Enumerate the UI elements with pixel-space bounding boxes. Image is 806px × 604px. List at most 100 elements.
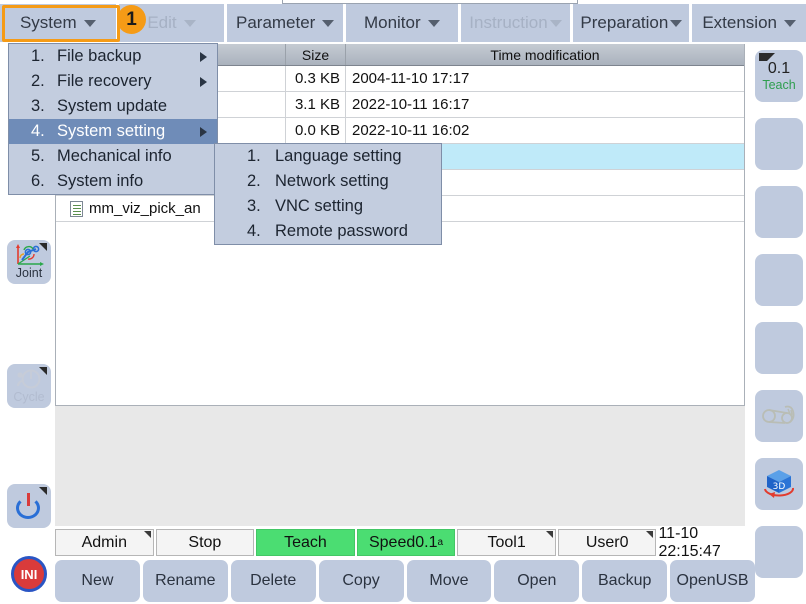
column-header-size[interactable]: Size (286, 44, 346, 65)
chevron-down-icon (784, 20, 796, 27)
chevron-down-icon (322, 20, 334, 27)
corner-marker-icon (759, 53, 775, 61)
menu-extension-label: Extension (702, 13, 777, 33)
menu-item-number: 6. (31, 172, 57, 191)
menu-preparation[interactable]: Preparation (573, 4, 689, 42)
ini-icon: INI (11, 556, 47, 592)
chevron-down-icon (550, 20, 562, 27)
bottom-button-bar: New Rename Delete Copy Move Open Backup … (55, 560, 755, 602)
copy-button[interactable]: Copy (319, 560, 404, 602)
corner-marker-icon (646, 531, 653, 538)
status-mode[interactable]: Teach (256, 529, 355, 556)
submenu-item-vnc-setting[interactable]: 3. VNC setting (215, 194, 441, 219)
status-user-level[interactable]: Admin (55, 529, 154, 556)
file-row-text: mm_viz_pick_an (89, 200, 201, 217)
file-icon (70, 201, 83, 217)
power-button[interactable] (7, 484, 51, 528)
status-tool[interactable]: Tool1 (457, 529, 556, 556)
teach-mode-label: Teach (762, 79, 795, 92)
status-run-state-label: Stop (188, 534, 221, 552)
menu-instruction[interactable]: Instruction (461, 4, 571, 42)
power-icon (16, 493, 42, 519)
menu-system[interactable]: System (0, 4, 116, 42)
cell-size: 3.1 KB (286, 92, 346, 117)
joint-mode-button[interactable]: Joint (7, 240, 51, 284)
menu-edit-label: Edit (147, 13, 176, 33)
submenu-item-number: 3. (247, 197, 275, 216)
cell-size: 0.3 KB (286, 66, 346, 91)
menu-item-label: System update (57, 97, 167, 116)
menu-item-number: 1. (31, 47, 57, 66)
submenu-item-remote-password[interactable]: 4. Remote password (215, 219, 441, 244)
delete-button[interactable]: Delete (231, 560, 316, 602)
right-rail-button-7[interactable] (755, 526, 803, 578)
view-3d-button[interactable]: 3D (755, 458, 803, 510)
submenu-item-network-setting[interactable]: 2. Network setting (215, 169, 441, 194)
preview-panel (55, 406, 745, 526)
status-user-frame-label: User0 (586, 534, 629, 552)
system-setting-submenu: 1. Language setting 2. Network setting 3… (214, 143, 442, 245)
rename-button[interactable]: Rename (143, 560, 228, 602)
corner-marker-icon (39, 367, 47, 375)
submenu-item-number: 4. (247, 222, 275, 241)
status-user-level-label: Admin (82, 534, 127, 552)
menu-monitor[interactable]: Monitor (346, 4, 458, 42)
status-mode-label: Teach (284, 534, 327, 552)
open-button[interactable]: Open (494, 560, 579, 602)
status-run-state[interactable]: Stop (156, 529, 255, 556)
right-rail-button-5[interactable] (755, 322, 803, 374)
menu-item-label: Mechanical info (57, 147, 172, 166)
app-window: System Edit Parameter Monitor Instructio… (0, 0, 806, 604)
chevron-right-icon (200, 52, 207, 62)
submenu-item-language-setting[interactable]: 1. Language setting (215, 144, 441, 169)
menu-system-label: System (20, 13, 77, 33)
move-button[interactable]: Move (407, 560, 492, 602)
menu-item-system-info[interactable]: 6. System info (9, 169, 217, 194)
status-datetime: 11-10 22:15:47 (658, 529, 755, 556)
menu-item-file-recovery[interactable]: 2. File recovery (9, 69, 217, 94)
status-speed-label: Speed0.1 (369, 534, 438, 552)
cycle-mode-label: Cycle (13, 391, 44, 404)
menu-item-system-update[interactable]: 3. System update (9, 94, 217, 119)
cell-time: 2004-11-10 17:17 (346, 66, 744, 91)
svg-text:3D: 3D (773, 482, 786, 492)
menu-item-system-setting[interactable]: 4. System setting (9, 119, 217, 144)
chevron-right-icon (200, 127, 207, 137)
menu-monitor-label: Monitor (364, 13, 421, 33)
system-dropdown-menu: 1. File backup 2. File recovery 3. Syste… (8, 43, 218, 195)
chevron-down-icon (428, 20, 440, 27)
submenu-item-number: 1. (247, 147, 275, 166)
menu-instruction-label: Instruction (469, 13, 547, 33)
status-speed[interactable]: Speed0.1a (357, 529, 456, 556)
column-header-time[interactable]: Time modification (346, 44, 744, 65)
menu-item-number: 4. (31, 122, 57, 141)
right-rail-button-3[interactable] (755, 186, 803, 238)
status-speed-sup: a (438, 537, 444, 548)
corner-marker-icon (144, 531, 151, 538)
joint-mode-label: Joint (16, 267, 42, 280)
cycle-mode-button[interactable]: Cycle (7, 364, 51, 408)
chevron-right-icon (200, 77, 207, 87)
menu-item-label: File backup (57, 47, 141, 66)
corner-marker-icon (39, 243, 47, 251)
menu-item-label: System setting (57, 122, 165, 141)
status-tool-label: Tool1 (487, 534, 525, 552)
menu-extension[interactable]: Extension (692, 4, 806, 42)
submenu-item-label: Network setting (275, 172, 389, 191)
backup-button[interactable]: Backup (582, 560, 667, 602)
ini-button[interactable]: INI (7, 552, 51, 596)
menu-parameter-label: Parameter (236, 13, 315, 33)
menu-item-file-backup[interactable]: 1. File backup (9, 44, 217, 69)
speed-teach-button[interactable]: 0.1 Teach (755, 50, 803, 102)
gamepad-button[interactable] (755, 390, 803, 442)
right-rail-button-4[interactable] (755, 254, 803, 306)
submenu-item-label: Language setting (275, 147, 402, 166)
new-button[interactable]: New (55, 560, 140, 602)
right-rail-button-2[interactable] (755, 118, 803, 170)
status-user-frame[interactable]: User0 (558, 529, 657, 556)
openusb-button[interactable]: OpenUSB (670, 560, 755, 602)
menu-parameter[interactable]: Parameter (227, 4, 343, 42)
menu-item-mechanical-info[interactable]: 5. Mechanical info (9, 144, 217, 169)
cell-time: 2022-10-11 16:17 (346, 92, 744, 117)
submenu-item-number: 2. (247, 172, 275, 191)
